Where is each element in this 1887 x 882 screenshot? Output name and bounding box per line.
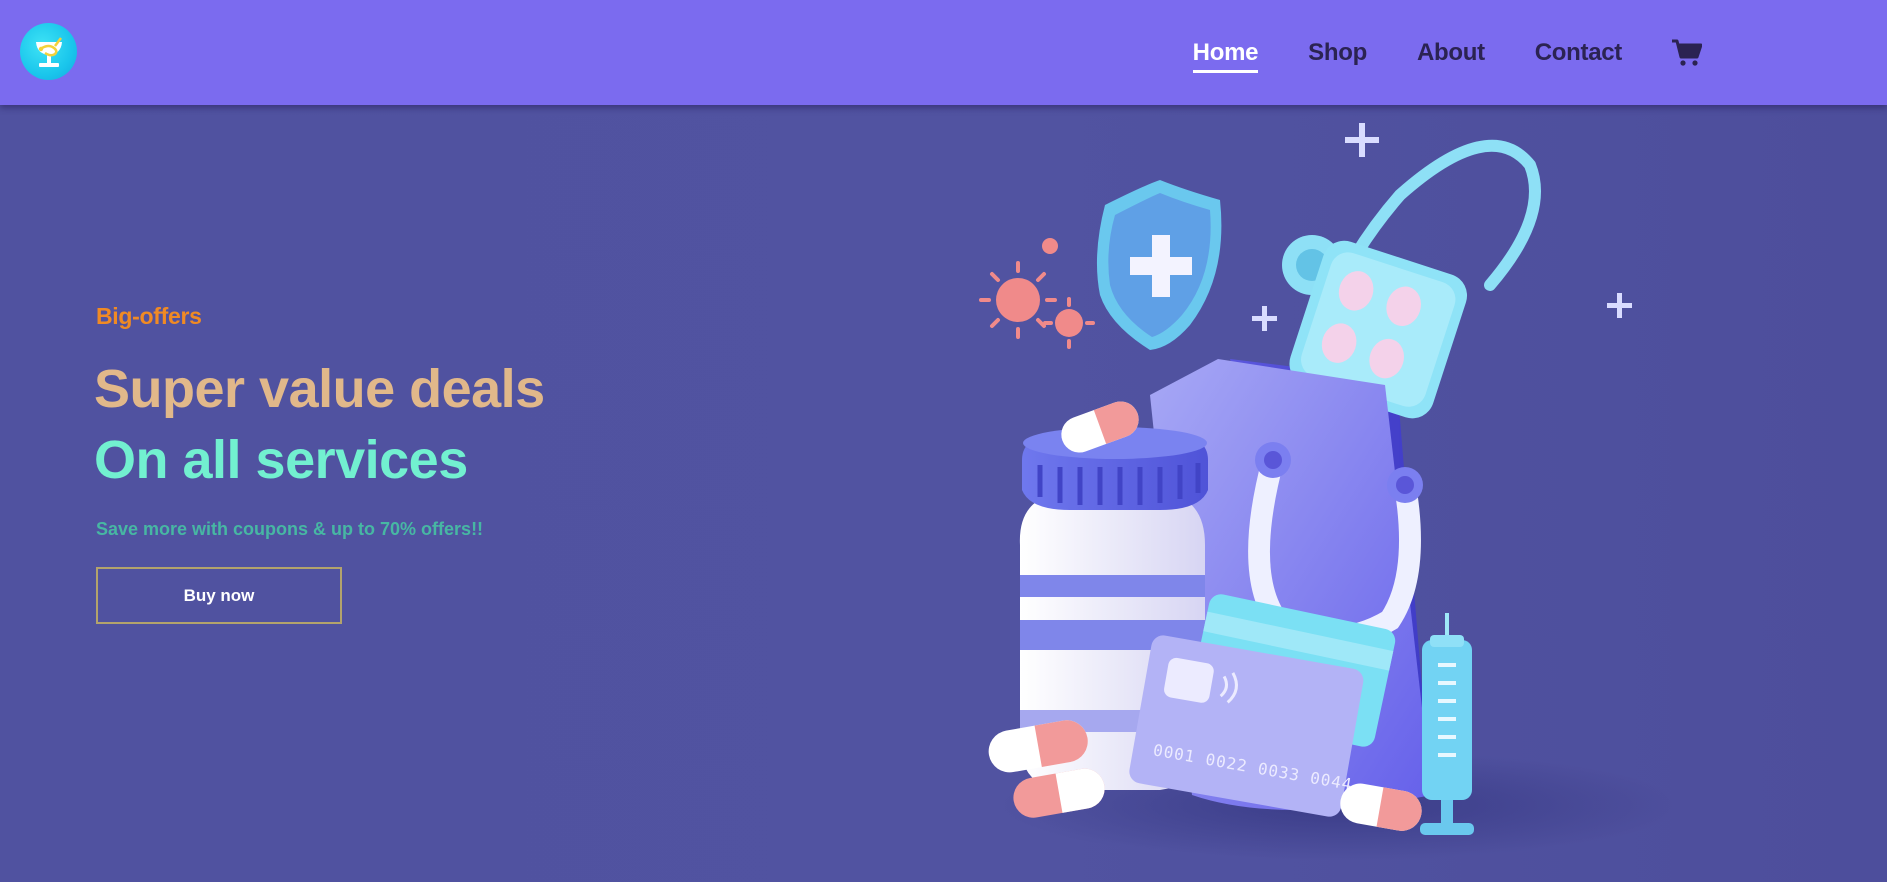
buy-now-button[interactable]: Buy now — [96, 567, 342, 624]
nav-link-shop[interactable]: Shop — [1308, 39, 1367, 67]
hero-subheadline: On all services — [94, 430, 468, 490]
offer-tag: Big-offers — [96, 303, 202, 329]
medical-shopping-illustration: 0001 0022 0033 0044 — [979, 123, 1680, 860]
nav-link-home[interactable]: Home — [1192, 39, 1259, 73]
shopping-cart-icon[interactable] — [1672, 39, 1702, 67]
logo[interactable] — [20, 23, 77, 80]
navbar: Home Shop About Contact — [0, 0, 1887, 105]
hero-headline: Super value deals — [94, 359, 545, 419]
nav-link-contact[interactable]: Contact — [1535, 39, 1623, 67]
hero-description: Save more with coupons & up to 70% offer… — [96, 519, 484, 539]
hero-text: Big-offers Super value deals On all serv… — [94, 303, 545, 624]
nav-links: Home Shop About Contact — [1192, 0, 1702, 105]
nav-link-about[interactable]: About — [1417, 39, 1485, 67]
pharmacy-logo-icon — [35, 36, 62, 67]
